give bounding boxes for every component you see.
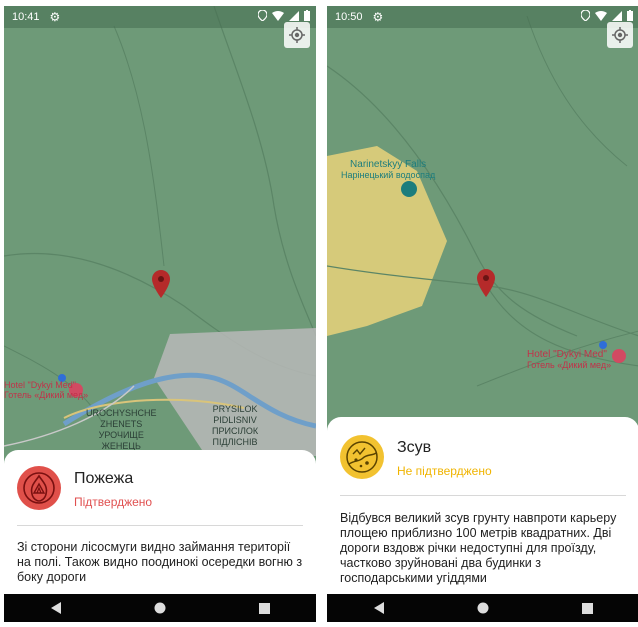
status-time: 10:50 — [335, 11, 363, 23]
divider — [17, 525, 303, 526]
status-time: 10:41 — [12, 11, 40, 23]
location-icon — [581, 10, 590, 21]
signal-icon — [612, 10, 622, 21]
back-button[interactable] — [36, 596, 76, 620]
landslide-avatar — [340, 435, 384, 479]
phone-screen-fire: 10:41 ⚙ Hotel "Dykyi Med" Готель «Дикий … — [4, 6, 316, 622]
my-location-button[interactable] — [284, 22, 310, 48]
hotel-poi-label[interactable]: Hotel "Dykyi Med" Готель «Дикий мед» — [527, 349, 612, 371]
gear-icon: ⚙ — [372, 10, 384, 24]
report-description: Зі сторони лісосмуги видно займання тери… — [17, 540, 303, 584]
home-button[interactable] — [463, 596, 503, 620]
map-pin-icon[interactable] — [152, 270, 170, 298]
report-sheet[interactable]: Пожежа Підтверджено Зі сторони лісосмуги… — [4, 450, 316, 600]
recents-button[interactable] — [567, 596, 607, 620]
falls-name-ua: Нарінецький водоспад — [341, 170, 436, 180]
recents-icon — [581, 602, 593, 614]
report-title: Зсув — [397, 439, 432, 456]
home-icon — [154, 602, 166, 614]
wifi-icon — [272, 10, 284, 21]
recents-button[interactable] — [244, 596, 284, 620]
report-sheet[interactable]: Зсув Не підтверджено Відбувся великий зс… — [327, 417, 638, 600]
battery-icon — [304, 10, 310, 21]
hotel-name-en: Hotel "Dykyi Med" — [527, 349, 607, 360]
nav-bar — [327, 594, 638, 622]
status-bar: 10:41 ⚙ — [4, 6, 316, 28]
location-icon — [258, 10, 267, 21]
area-label-urochyshche: UROCHYSHCHE ZHENETS УРОЧИЩЕ ЖЕНЕЦЬ — [86, 408, 157, 451]
fire-avatar — [17, 466, 61, 510]
divider — [340, 495, 626, 496]
nav-bar — [4, 594, 316, 622]
battery-icon — [627, 10, 633, 21]
report-title: Пожежа — [74, 470, 134, 487]
falls-poi-label[interactable]: Narinetskyy Falls Нарінецький водоспад — [341, 159, 436, 181]
landslide-icon — [346, 441, 378, 473]
hotel-poi-label[interactable]: Hotel "Dykyi Med" Готель «Дикий мед» — [4, 380, 88, 400]
my-location-button[interactable] — [607, 22, 633, 48]
area-label-prysilok: PRYSILOK PIDLISNIV ПРИСІЛОК ПІДЛІСНІВ — [212, 404, 259, 447]
my-location-icon — [612, 27, 628, 43]
my-location-icon — [289, 27, 305, 43]
home-button[interactable] — [140, 596, 180, 620]
hotel-name-ua: Готель «Дикий мед» — [4, 390, 89, 400]
signal-icon — [289, 10, 299, 21]
report-status: Підтверджено — [74, 495, 153, 509]
map-pin-icon[interactable] — [477, 269, 495, 297]
report-description: Відбувся великий зсув грунту навпроти ка… — [340, 511, 617, 585]
back-button[interactable] — [359, 596, 399, 620]
status-bar: 10:50 ⚙ — [327, 6, 638, 28]
wifi-icon — [595, 10, 607, 21]
back-icon — [374, 602, 384, 614]
hotel-name-en: Hotel "Dykyi Med" — [4, 380, 76, 390]
falls-name-en: Narinetskyy Falls — [350, 159, 427, 170]
hotel-name-ua: Готель «Дикий мед» — [527, 360, 612, 370]
back-icon — [51, 602, 61, 614]
recents-icon — [258, 602, 270, 614]
report-status: Не підтверджено — [397, 464, 492, 478]
home-icon — [477, 602, 489, 614]
fire-icon — [23, 472, 55, 504]
gear-icon: ⚙ — [49, 10, 61, 24]
phone-screen-landslide: 10:50 ⚙ Narinetskyy Falls Нарінецький во… — [327, 6, 638, 622]
